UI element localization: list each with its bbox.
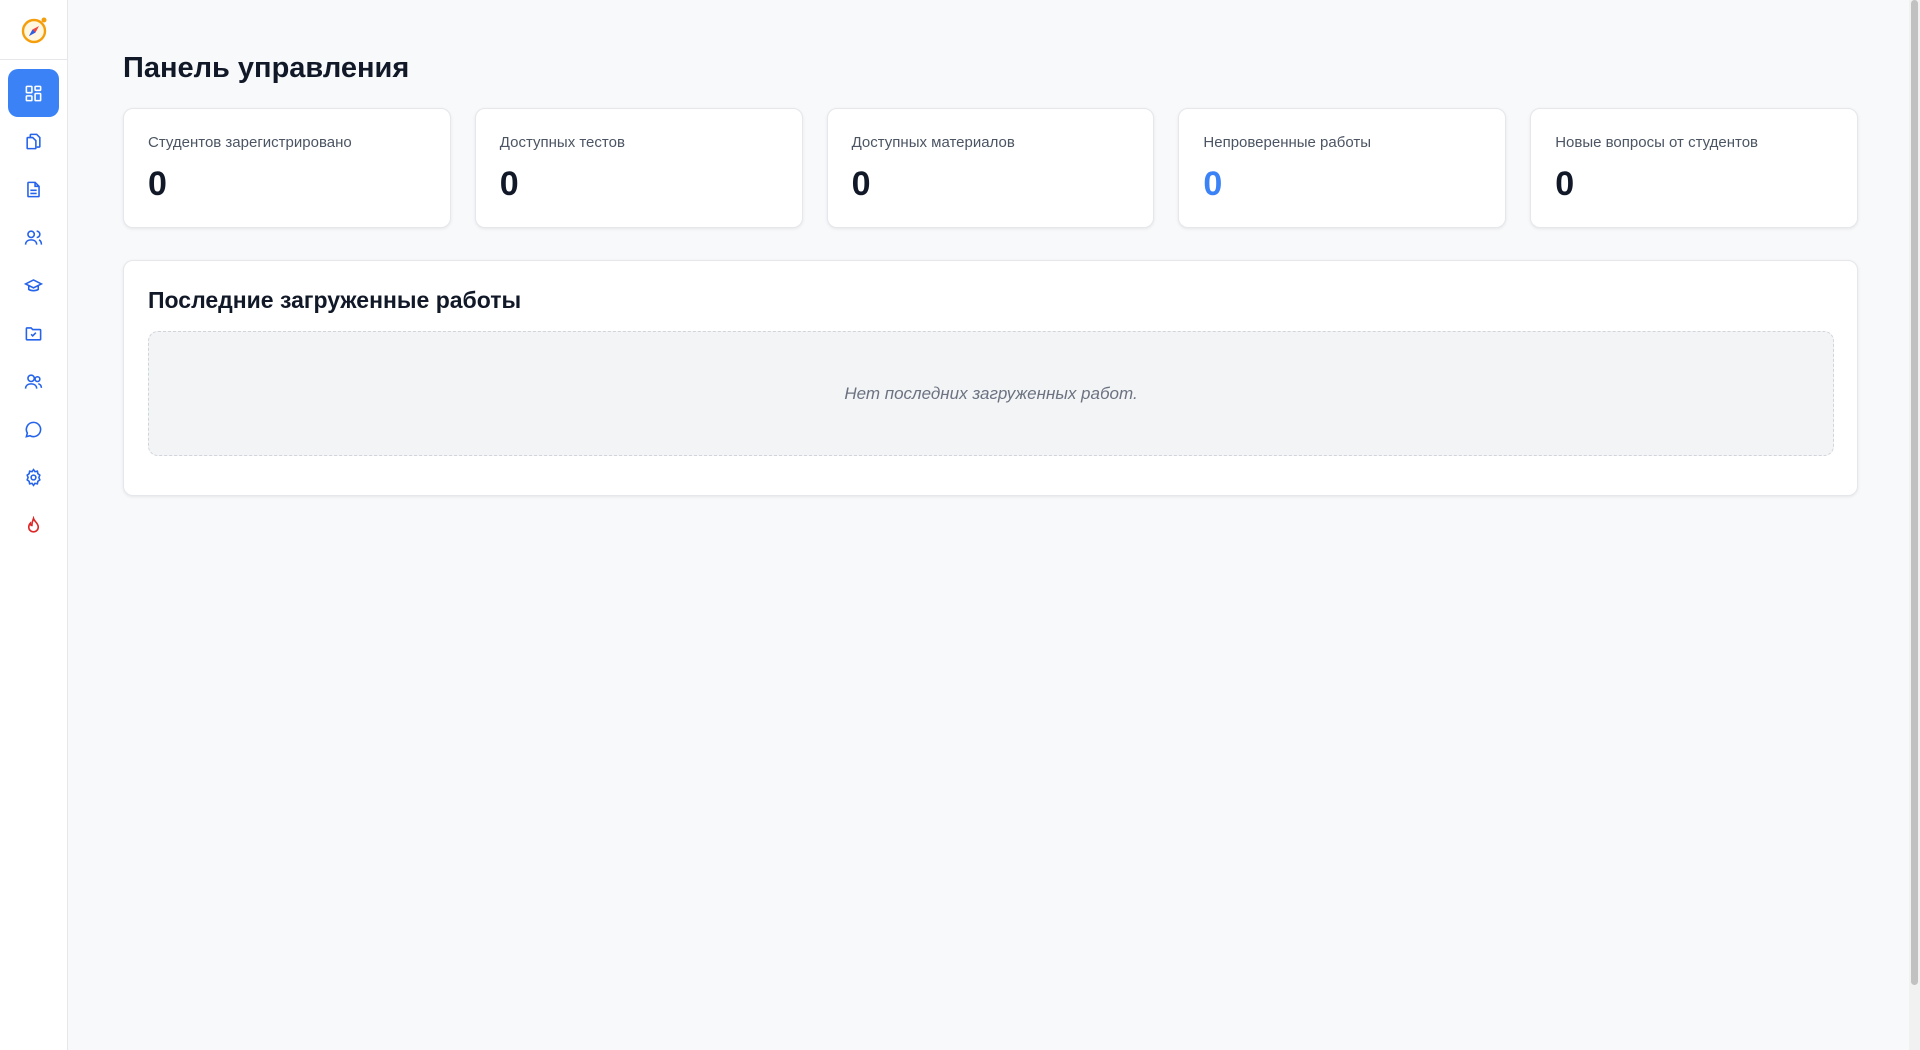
stat-card-tests: Доступных тестов 0 <box>474 108 803 228</box>
stat-card-unchecked: Непроверенные работы 0 <box>1178 108 1507 228</box>
dashboard-icon <box>25 85 42 101</box>
panel-title: Последние загруженные работы <box>148 287 522 313</box>
recent-uploads-panel: Последние загруженные работы Нет последн… <box>123 260 1858 496</box>
stats-row: Студентов зарегистрировано 0 Доступных т… <box>123 108 1858 228</box>
graduation-cap-icon <box>24 278 43 291</box>
stat-label: Доступных материалов <box>851 134 1015 151</box>
sidebar-item-documents[interactable] <box>8 165 59 213</box>
sidebar-item-users[interactable] <box>8 213 59 261</box>
stat-value: 0 <box>1203 165 1223 203</box>
stat-value: 0 <box>148 165 167 203</box>
page-title: Панель управления <box>123 52 410 84</box>
compass-icon <box>21 17 46 43</box>
sidebar-item-students[interactable] <box>8 357 59 405</box>
stat-value: 0 <box>499 165 519 203</box>
stat-label: Студентов зарегистрировано <box>148 134 352 151</box>
students-icon <box>24 373 43 389</box>
sidebar-item-dashboard[interactable] <box>8 69 59 117</box>
empty-state-text: Нет последних загруженных работ. <box>844 383 1138 403</box>
users-icon <box>24 229 43 245</box>
main-content: Панель управления Студентов зарегистриро… <box>68 0 1920 1050</box>
gear-icon <box>26 467 41 487</box>
sidebar <box>0 0 68 1050</box>
scrollbar[interactable] <box>1909 0 1920 1050</box>
flame-icon <box>27 515 40 533</box>
scrollbar-thumb[interactable] <box>1911 0 1918 985</box>
sidebar-item-settings[interactable] <box>8 453 59 501</box>
folder-check-icon <box>25 326 42 341</box>
sidebar-item-hot[interactable] <box>8 501 59 549</box>
sidebar-item-courses[interactable] <box>8 261 59 309</box>
sidebar-item-submissions[interactable] <box>8 309 59 357</box>
sidebar-item-messages[interactable] <box>8 405 59 453</box>
stat-card-questions: Новые вопросы от студентов 0 <box>1530 108 1858 228</box>
logo[interactable] <box>0 0 67 60</box>
files-icon <box>26 133 41 149</box>
stat-value: 0 <box>1555 165 1575 203</box>
stat-card-materials: Доступных материалов 0 <box>826 108 1155 228</box>
stat-label: Доступных тестов <box>499 134 625 151</box>
document-icon <box>27 181 40 197</box>
sidebar-nav <box>0 60 67 549</box>
stat-label: Новые вопросы от студентов <box>1555 134 1759 151</box>
stat-card-students: Студентов зарегистрировано 0 <box>123 108 451 228</box>
chat-icon <box>25 421 42 438</box>
empty-state: Нет последних загруженных работ. <box>148 331 1834 456</box>
sidebar-item-files[interactable] <box>8 117 59 165</box>
stat-label: Непроверенные работы <box>1203 134 1371 151</box>
stat-value: 0 <box>851 165 871 203</box>
